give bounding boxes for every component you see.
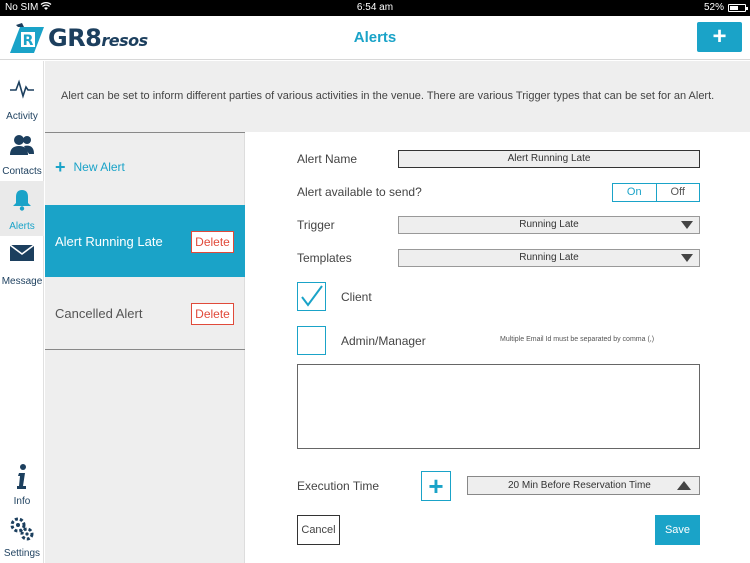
delete-alert-button[interactable]: Delete bbox=[191, 303, 234, 325]
nav-label-activity: Activity bbox=[6, 111, 38, 122]
app-header: R GR8resos Alerts + bbox=[0, 16, 750, 60]
alert-form: Alert Name Alert Running Late Alert avai… bbox=[246, 132, 750, 563]
alert-name-label: Alert Name bbox=[297, 152, 358, 166]
admin-manager-checkbox[interactable] bbox=[297, 326, 326, 355]
templates-label: Templates bbox=[297, 251, 352, 265]
execution-time-value: 20 Min Before Reservation Time bbox=[508, 480, 651, 491]
admin-manager-label: Admin/Manager bbox=[341, 334, 426, 348]
execution-time-label: Execution Time bbox=[297, 479, 380, 493]
add-alert-button[interactable]: + bbox=[697, 22, 742, 52]
nav-item-alerts[interactable]: Alerts bbox=[0, 181, 44, 236]
checkmark-icon bbox=[301, 285, 323, 307]
alert-item-name: Alert Running Late bbox=[55, 234, 163, 249]
battery-percent: 52% bbox=[703, 2, 724, 13]
available-label: Alert available to send? bbox=[297, 185, 422, 199]
toggle-on-button[interactable]: On bbox=[613, 184, 657, 201]
nav-item-contacts[interactable]: Contacts bbox=[0, 126, 44, 181]
trigger-select[interactable]: Running Late bbox=[398, 216, 700, 234]
nav-label-alerts: Alerts bbox=[9, 221, 35, 232]
email-textarea[interactable] bbox=[297, 364, 700, 449]
alert-name-input[interactable]: Alert Running Late bbox=[398, 150, 700, 168]
nav-item-settings[interactable]: Settings bbox=[0, 508, 44, 563]
toggle-off-button[interactable]: Off bbox=[656, 184, 699, 201]
availability-toggle: On Off bbox=[612, 183, 700, 202]
delete-alert-button[interactable]: Delete bbox=[191, 231, 234, 253]
nav-label-message: Message bbox=[1, 276, 43, 287]
page-title: Alerts bbox=[353, 29, 397, 46]
plus-icon: + bbox=[55, 157, 66, 177]
trigger-value: Running Late bbox=[519, 219, 579, 230]
list-divider bbox=[45, 349, 245, 350]
contacts-icon bbox=[0, 134, 44, 160]
new-alert-button[interactable]: + New Alert bbox=[55, 157, 125, 177]
nav-item-message[interactable]: Message bbox=[0, 236, 44, 291]
bell-icon bbox=[0, 189, 44, 215]
caret-down-icon bbox=[681, 254, 693, 262]
add-execution-time-button[interactable]: + bbox=[421, 471, 451, 501]
nav-label-settings: Settings bbox=[3, 548, 41, 559]
client-label: Client bbox=[341, 290, 372, 304]
info-banner: Alert can be set to inform different par… bbox=[45, 61, 750, 132]
status-bar: No SIM 6:54 am 52% bbox=[0, 0, 750, 16]
alert-list: + New Alert Alert Running Late Delete Ca… bbox=[45, 132, 245, 563]
alert-list-item[interactable]: Cancelled Alert Delete bbox=[45, 277, 245, 349]
save-button[interactable]: Save bbox=[655, 515, 700, 545]
templates-select[interactable]: Running Late bbox=[398, 249, 700, 267]
nav-label-contacts: Contacts bbox=[2, 166, 42, 177]
nav-label-info: Info bbox=[13, 496, 31, 507]
envelope-icon bbox=[0, 244, 44, 270]
gears-icon bbox=[0, 516, 44, 542]
execution-time-select[interactable]: 20 Min Before Reservation Time bbox=[467, 476, 700, 495]
activity-icon bbox=[0, 79, 44, 105]
nav-item-info[interactable]: Info bbox=[0, 456, 44, 511]
email-hint: Multiple Email Id must be separated by c… bbox=[500, 336, 655, 343]
templates-value: Running Late bbox=[519, 252, 579, 263]
client-checkbox[interactable] bbox=[297, 282, 326, 311]
nav-item-activity[interactable]: Activity bbox=[0, 71, 44, 126]
info-banner-text: Alert can be set to inform different par… bbox=[61, 90, 715, 102]
side-nav: Activity Contacts Alerts Message Info Se… bbox=[0, 61, 44, 563]
caret-down-icon bbox=[681, 221, 693, 229]
clock: 6:54 am bbox=[356, 2, 394, 13]
alert-list-item[interactable]: Alert Running Late Delete bbox=[45, 205, 245, 277]
new-alert-label: New Alert bbox=[73, 160, 125, 174]
info-icon bbox=[0, 464, 44, 490]
alert-item-name: Cancelled Alert bbox=[55, 306, 143, 321]
list-divider bbox=[45, 132, 245, 133]
trigger-label: Trigger bbox=[297, 218, 335, 232]
battery-icon bbox=[728, 4, 748, 12]
caret-up-icon bbox=[677, 481, 691, 490]
cancel-button[interactable]: Cancel bbox=[297, 515, 340, 545]
